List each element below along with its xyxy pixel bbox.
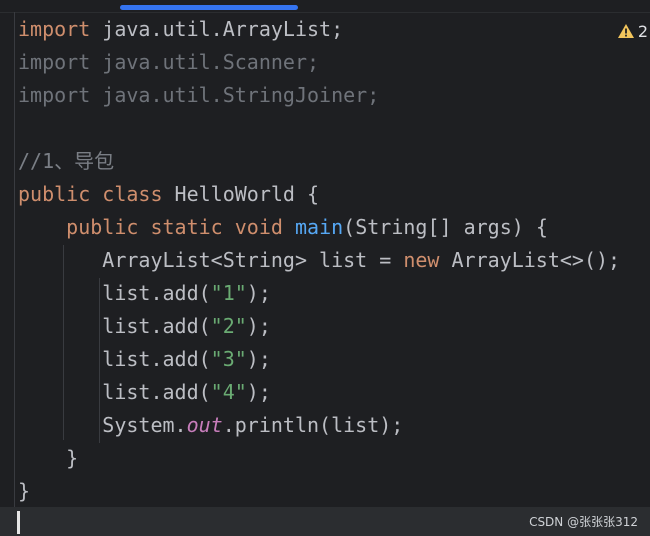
code-line[interactable]: import java.util.ArrayList;: [18, 13, 650, 46]
import-path: java.util.Scanner;: [90, 50, 320, 74]
code-text: System.: [102, 413, 187, 437]
code-text: );: [246, 314, 271, 338]
comment: //1、导包: [18, 149, 115, 173]
code-text: list.add(: [102, 281, 211, 305]
code-text: .println(list);: [222, 413, 404, 437]
code-text: );: [246, 281, 271, 305]
import-path: java.util.ArrayList;: [90, 17, 344, 41]
code-area[interactable]: import java.util.ArrayList; import java.…: [18, 13, 650, 508]
code-line[interactable]: import java.util.Scanner;: [18, 46, 650, 79]
static-field: out: [186, 413, 223, 437]
code-line[interactable]: import java.util.StringJoiner;: [18, 79, 650, 112]
code-text: ArrayList<String> list =: [102, 248, 404, 272]
keyword: import: [18, 17, 91, 41]
code-line[interactable]: public class HelloWorld {: [18, 178, 650, 211]
code-text: );: [246, 380, 271, 404]
code-text: list.add(: [102, 380, 211, 404]
gutter-divider: [14, 12, 15, 507]
code-text: list.add(: [102, 347, 211, 371]
class-name: HelloWorld {: [162, 182, 320, 206]
method-name: main: [294, 215, 344, 239]
import-path: java.util.StringJoiner;: [90, 83, 380, 107]
string-literal: "4": [210, 380, 247, 404]
code-line[interactable]: }: [18, 475, 650, 508]
keyword: import: [18, 83, 91, 107]
keyword: public: [18, 182, 91, 206]
closing-brace: }: [66, 446, 79, 470]
code-text: ArrayList<>();: [439, 248, 621, 272]
watermark: CSDN @张张张312: [529, 515, 638, 529]
code-editor[interactable]: 2 import java.util.ArrayList; import jav…: [0, 0, 650, 536]
active-tab-indicator[interactable]: [120, 5, 298, 10]
keyword: public: [66, 215, 139, 239]
code-line[interactable]: list.add("2");: [18, 310, 650, 343]
method-signature: (String[] args) {: [343, 215, 548, 239]
keyword: import: [18, 50, 91, 74]
code-line[interactable]: ArrayList<String> list = new ArrayList<>…: [18, 244, 650, 277]
code-line[interactable]: list.add("4");: [18, 376, 650, 409]
text-caret: [17, 511, 20, 534]
code-line[interactable]: list.add("3");: [18, 343, 650, 376]
string-literal: "1": [210, 281, 247, 305]
code-text: );: [246, 347, 271, 371]
code-text: list.add(: [102, 314, 211, 338]
code-line[interactable]: public static void main(String[] args) {: [18, 211, 650, 244]
keyword: static: [150, 215, 223, 239]
code-line[interactable]: list.add("1");: [18, 277, 650, 310]
code-line[interactable]: System.out.println(list);: [18, 409, 650, 442]
code-line[interactable]: //1、导包: [18, 145, 650, 178]
string-literal: "3": [210, 347, 247, 371]
code-line-empty[interactable]: [18, 112, 650, 145]
editor-tab-strip: [0, 0, 650, 13]
keyword: class: [102, 182, 163, 206]
string-literal: "2": [210, 314, 247, 338]
closing-brace: }: [18, 479, 31, 503]
keyword: new: [403, 248, 440, 272]
keyword: void: [234, 215, 283, 239]
code-line[interactable]: }: [18, 442, 650, 475]
